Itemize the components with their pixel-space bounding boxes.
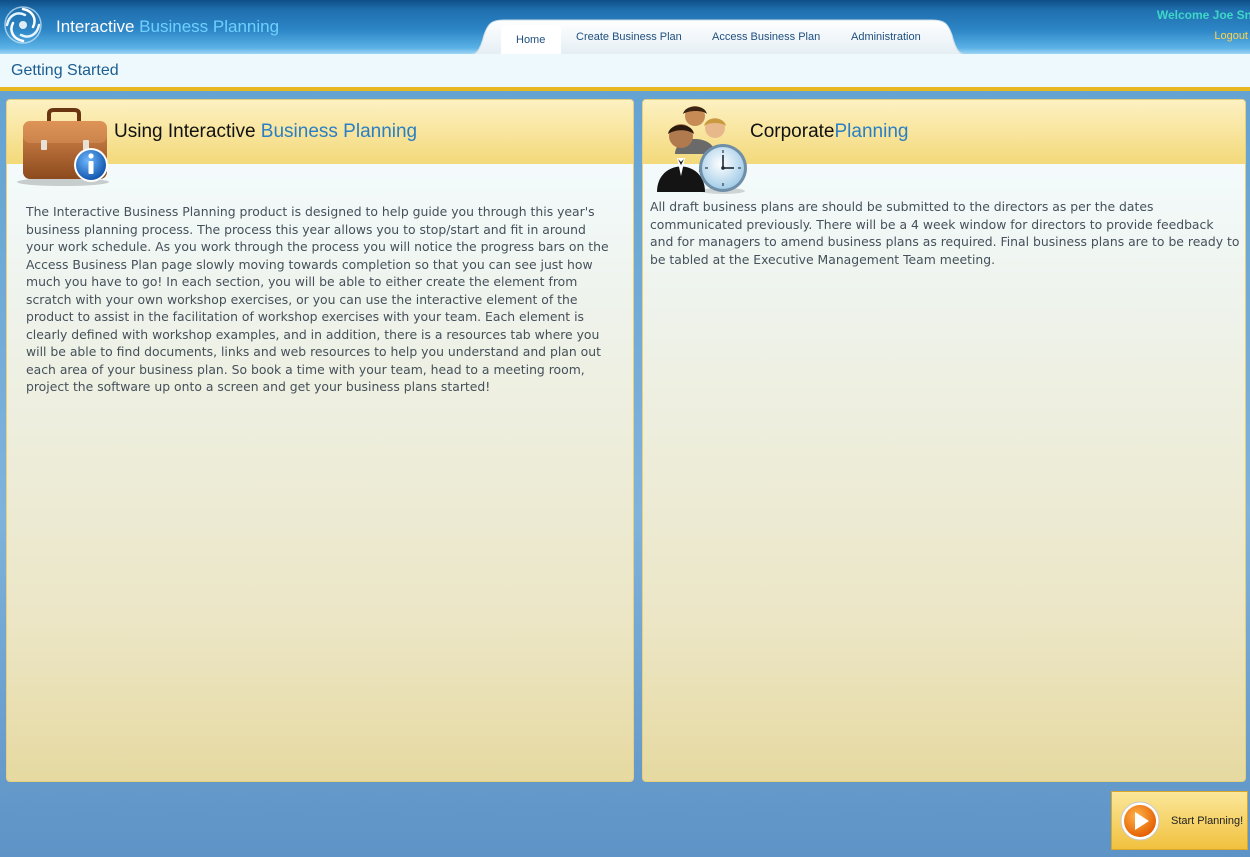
app-title-accent: Business Planning <box>139 17 280 36</box>
panel-title-accent: Business Planning <box>260 121 418 142</box>
panel-title-accent: Planning <box>834 121 909 142</box>
start-planning-button[interactable]: Start Planning! <box>1111 791 1248 850</box>
nav-tab-home[interactable]: Home <box>501 25 561 55</box>
briefcase-info-icon <box>17 108 109 186</box>
logout-link[interactable]: Logout <box>1214 30 1248 42</box>
panel-title-main: Corporate <box>750 121 835 142</box>
panel-title: CorporatePlanning <box>750 121 908 143</box>
people-clock-icon <box>657 106 747 194</box>
panel-title-main: Using Interactive <box>114 121 261 142</box>
app-title: Interactive Business Planning <box>56 17 279 37</box>
app-header: Interactive Business Planning Home Creat… <box>0 0 1250 55</box>
nav-tab-administration[interactable]: Administration <box>851 31 921 43</box>
nav-tab-home-label: Home <box>516 34 546 46</box>
start-planning-label: Start Planning! <box>1171 815 1244 827</box>
panel-using-interactive-business-planning: Using Interactive Business Planning The … <box>6 99 634 782</box>
page-title: Getting Started <box>11 62 119 79</box>
panel-body-text: The Interactive Business Planning produc… <box>26 204 609 394</box>
welcome-text: Welcome Joe Sn <box>1156 8 1250 22</box>
panel-body-text: All draft business plans are should be s… <box>650 199 1240 267</box>
panel-title: Using Interactive Business Planning <box>114 121 417 143</box>
page-title-bar: Getting Started <box>0 54 1250 91</box>
app-logo-icon <box>4 6 42 44</box>
app-title-main: Interactive <box>56 17 135 36</box>
nav-tab-access-business-plan[interactable]: Access Business Plan <box>712 31 820 43</box>
nav-tab-create-business-plan[interactable]: Create Business Plan <box>576 31 682 43</box>
play-icon <box>1120 801 1160 841</box>
main-nav: Home Create Business Plan Access Busines… <box>468 19 968 55</box>
panel-corporate-planning: CorporatePlanning All draft business pla… <box>642 99 1246 782</box>
